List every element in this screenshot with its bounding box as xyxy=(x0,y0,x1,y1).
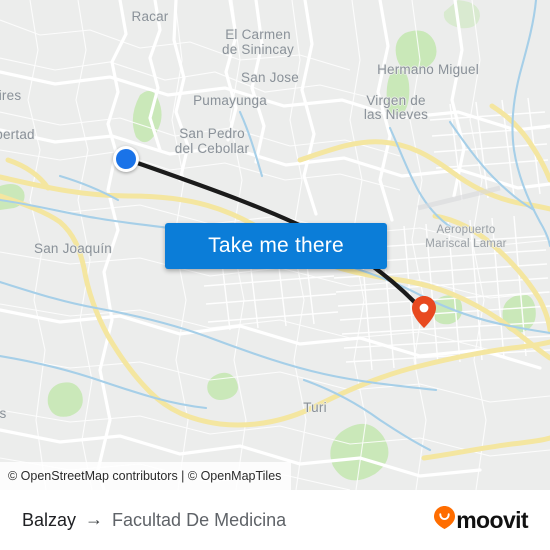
arrow-right-icon: → xyxy=(85,508,104,529)
route-destination-label: Facultad De Medicina xyxy=(112,509,287,530)
destination-pin-icon[interactable] xyxy=(412,296,436,328)
map-canvas[interactable]: Racar El Carmen de Sinincay San Jose Hermano… xyxy=(0,0,550,490)
route-origin-label: Balzay xyxy=(22,509,77,530)
attribution-text[interactable]: © OpenStreetMap contributors | © OpenMap… xyxy=(8,469,281,483)
take-me-there-button[interactable]: Take me there xyxy=(165,223,387,269)
moovit-pin-icon xyxy=(434,506,456,534)
map-attribution: © OpenStreetMap contributors | © OpenMap… xyxy=(0,462,292,490)
footer-bar: Balzay → Facultad De Medicina moovit xyxy=(0,490,550,550)
origin-dot-icon[interactable] xyxy=(113,146,139,172)
moovit-logo[interactable]: moovit xyxy=(434,506,529,534)
route-summary: Balzay → Facultad De Medicina xyxy=(22,508,287,531)
moovit-wordmark: moovit xyxy=(456,506,528,533)
